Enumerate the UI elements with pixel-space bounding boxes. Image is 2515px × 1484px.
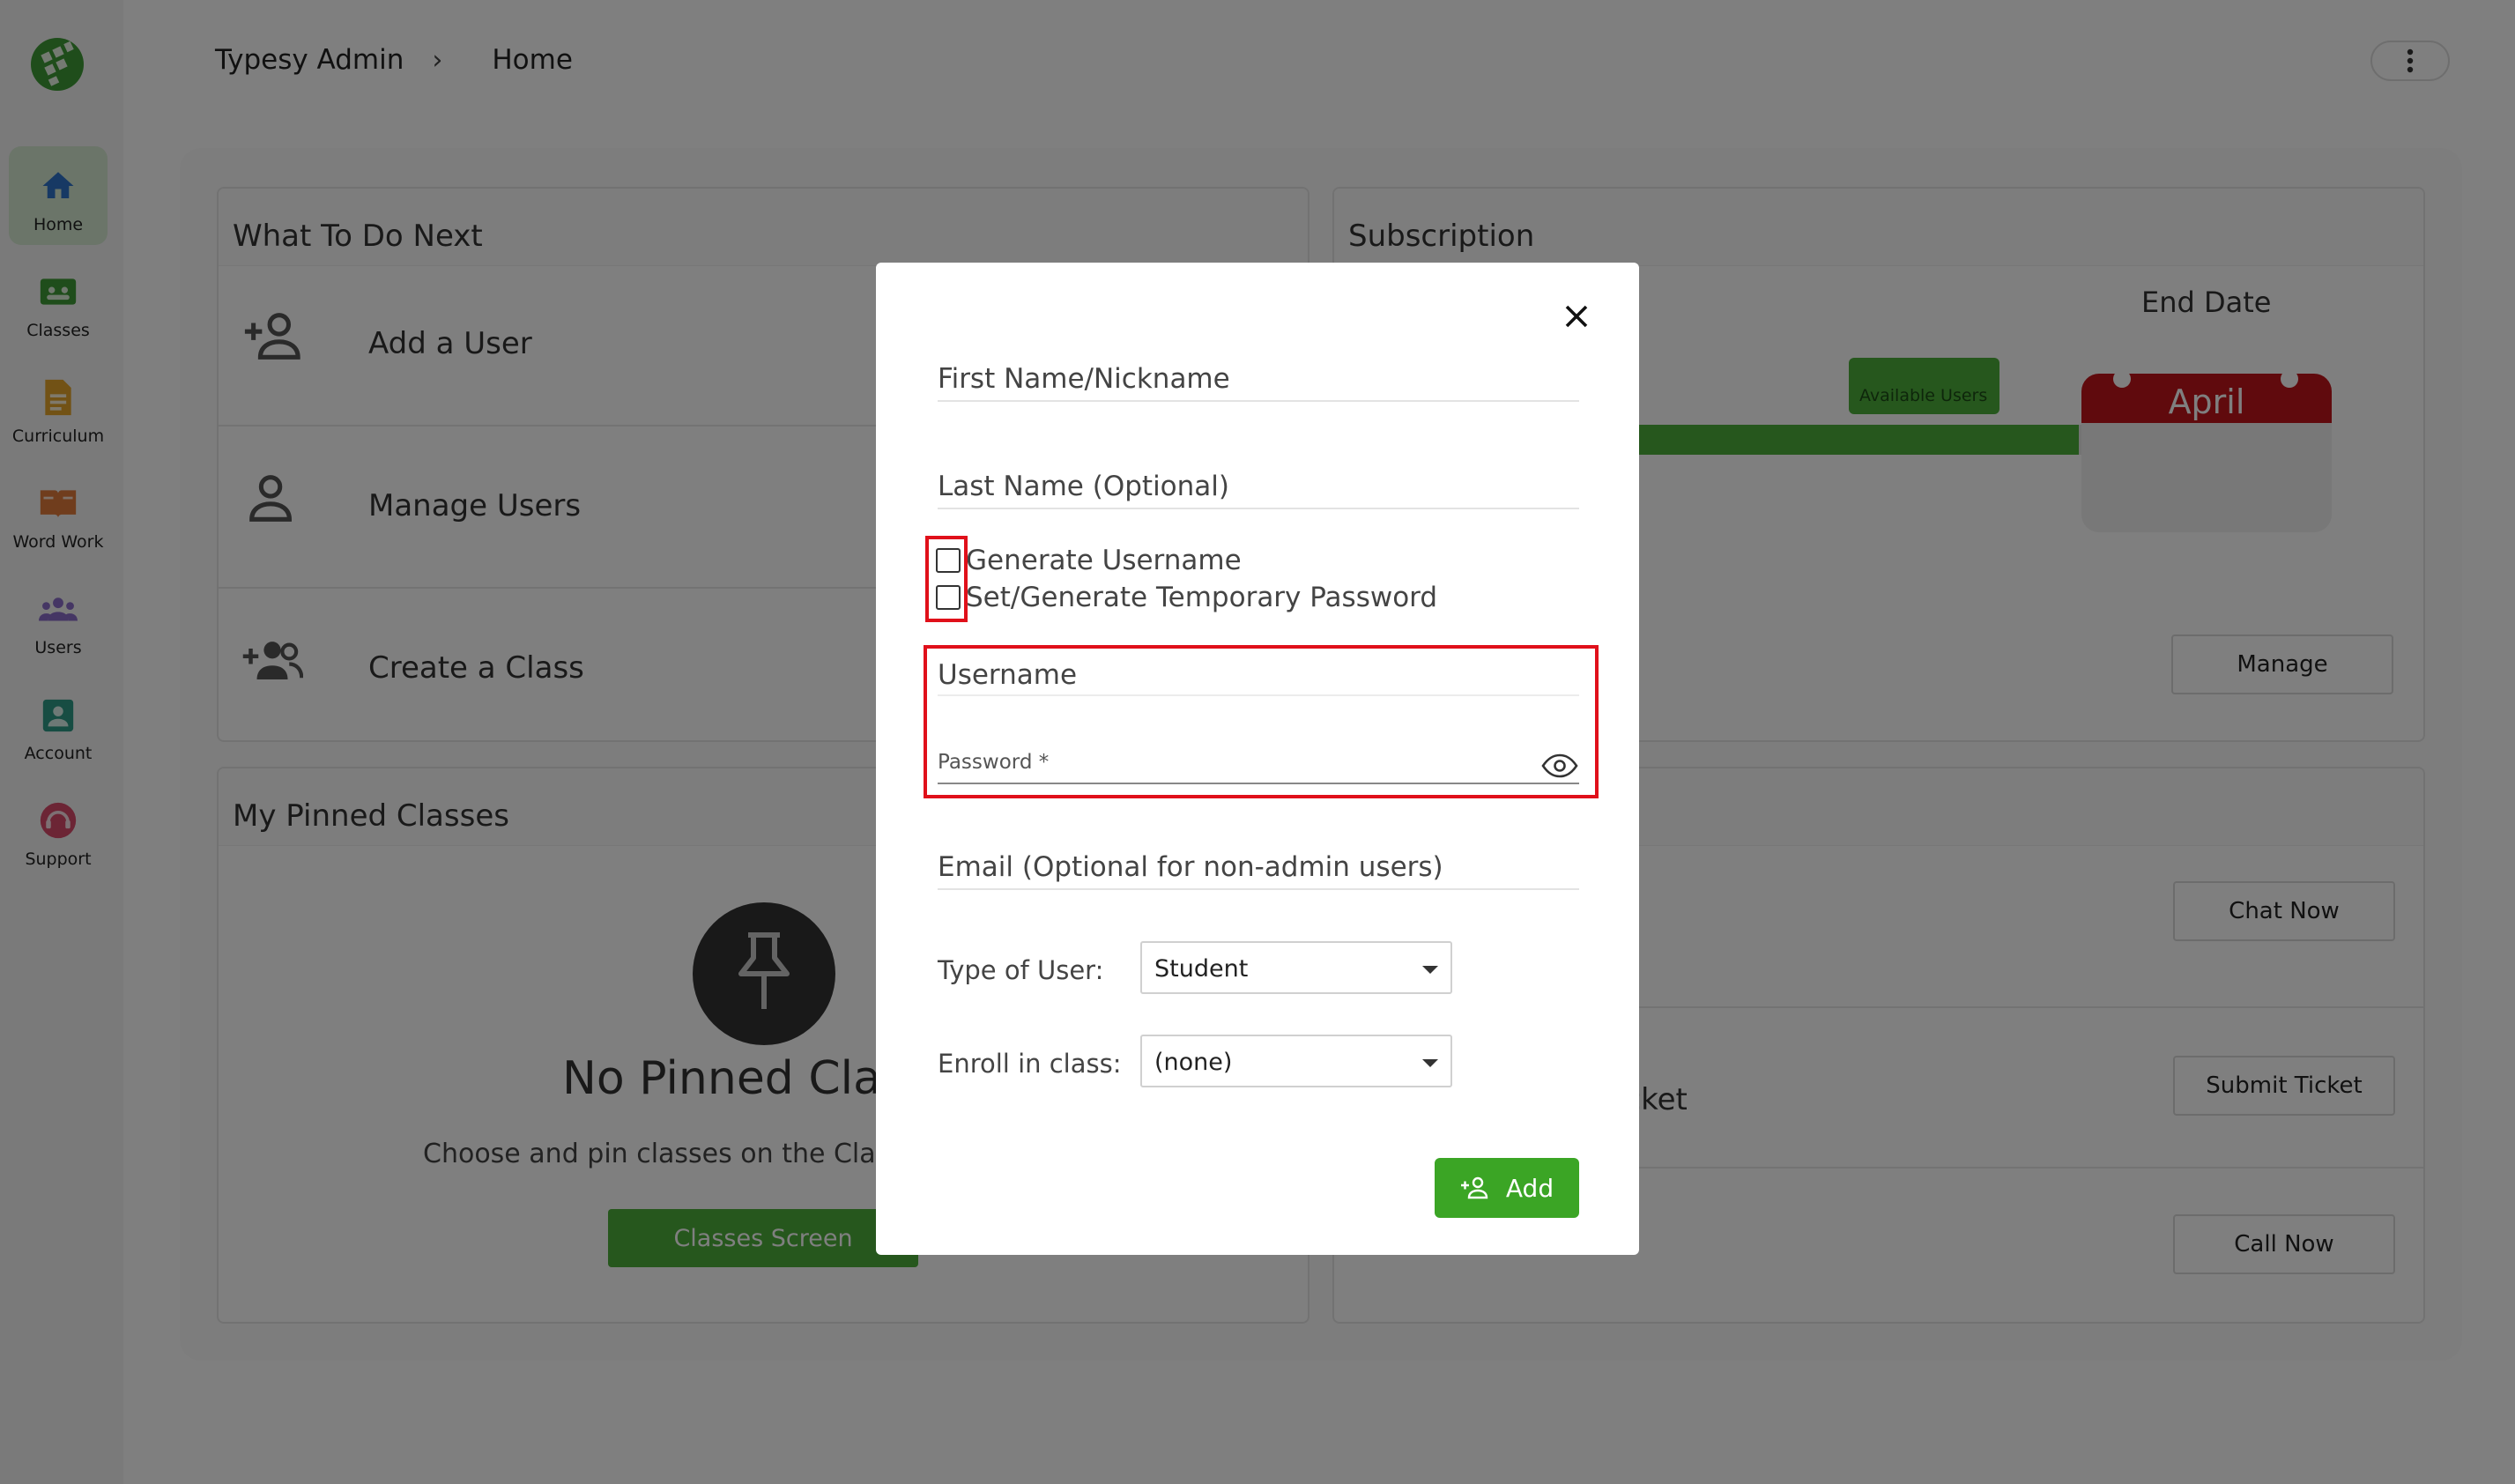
- last-name-field[interactable]: Last Name (Optional): [938, 471, 1579, 509]
- close-icon: [1565, 305, 1588, 328]
- type-of-user-select[interactable]: Student: [1140, 941, 1452, 994]
- caret-down-icon: [1422, 966, 1438, 974]
- credentials-highlight: [924, 645, 1599, 798]
- checkbox-highlight: [925, 536, 968, 622]
- enroll-in-class-label: Enroll in class:: [938, 1049, 1122, 1079]
- generate-username-row[interactable]: Generate Username: [936, 545, 1242, 576]
- enroll-in-class-select[interactable]: (none): [1140, 1035, 1452, 1087]
- add-user-modal: First Name/Nickname Last Name (Optional)…: [876, 263, 1639, 1255]
- add-button-label: Add: [1505, 1173, 1554, 1203]
- email-label: Email (Optional for non-admin users): [938, 851, 1443, 883]
- type-of-user-label: Type of User:: [938, 955, 1104, 985]
- first-name-field[interactable]: First Name/Nickname: [938, 363, 1579, 402]
- first-name-label: First Name/Nickname: [938, 363, 1230, 395]
- caret-down-icon: [1422, 1059, 1438, 1067]
- generate-password-label: Set/Generate Temporary Password: [966, 582, 1438, 613]
- close-button[interactable]: [1554, 294, 1599, 338]
- add-user-icon: [1460, 1176, 1488, 1199]
- generate-password-row[interactable]: Set/Generate Temporary Password: [936, 582, 1437, 613]
- email-field[interactable]: Email (Optional for non-admin users): [938, 851, 1579, 890]
- generate-username-label: Generate Username: [966, 545, 1242, 576]
- last-name-label: Last Name (Optional): [938, 471, 1229, 502]
- type-of-user-value: Student: [1154, 955, 1249, 983]
- add-button[interactable]: Add: [1435, 1158, 1579, 1218]
- enroll-in-class-value: (none): [1154, 1049, 1233, 1076]
